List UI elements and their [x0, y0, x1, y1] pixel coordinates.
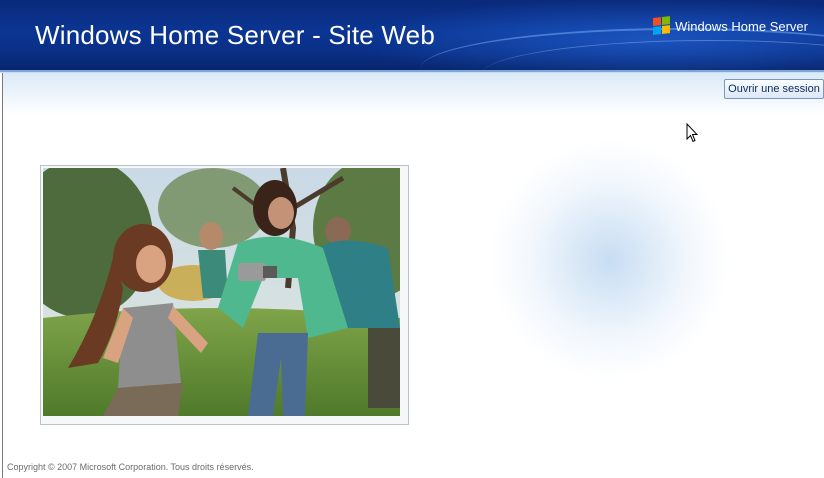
background-glow [480, 110, 824, 440]
mouse-cursor-icon [686, 123, 698, 143]
page-left-border [2, 73, 3, 478]
login-button[interactable]: Ouvrir une session [724, 79, 824, 99]
windows-flag-icon [653, 16, 671, 36]
brand-name: Windows Home Server [675, 18, 808, 34]
photo-frame [40, 165, 409, 425]
toolbar-band [3, 73, 824, 115]
brand-logo: Windows Home Server [653, 16, 808, 36]
family-photo [43, 168, 406, 422]
site-header-banner: Windows Home Server - Site Web Windows H… [0, 0, 824, 70]
copyright-text: Copyright © 2007 Microsoft Corporation. … [7, 462, 254, 472]
page-title: Windows Home Server - Site Web [35, 20, 435, 50]
